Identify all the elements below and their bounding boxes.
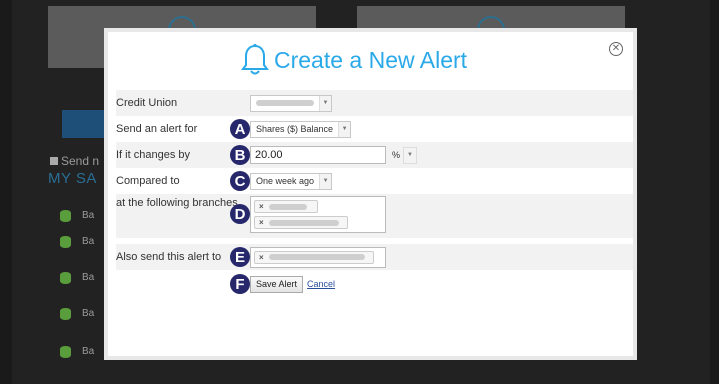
modal-header: Create a New Alert ✕: [108, 32, 633, 88]
send-alert-for-row: Send an alert for A Shares ($) Balance ▼: [116, 116, 633, 142]
chevron-down-icon: ▼: [338, 121, 351, 137]
callout-badge-b: B: [230, 145, 250, 165]
create-alert-modal: Create a New Alert ✕ Credit Union ▼ Send…: [104, 28, 637, 360]
redacted-value: [268, 254, 365, 260]
callout-badge-e: E: [230, 247, 250, 267]
chevron-down-icon: ▼: [319, 95, 331, 111]
also-send-row: Also send this alert to E ×: [116, 244, 633, 270]
branch-tag: ×: [254, 216, 348, 229]
modal-title: Create a New Alert: [240, 38, 467, 82]
background-list-item: Ba: [48, 262, 108, 298]
background-send-checkbox: Send n: [50, 154, 99, 168]
alert-metric-select[interactable]: Shares ($) Balance ▼: [250, 120, 352, 138]
actions-row: F Save Alert Cancel: [116, 270, 633, 298]
recipients-multiselect[interactable]: ×: [250, 246, 386, 268]
redacted-value: [268, 203, 307, 210]
callout-badge-d: D: [230, 204, 250, 224]
credit-union-select[interactable]: ▼: [250, 94, 332, 112]
chevron-down-icon: ▼: [319, 173, 332, 189]
also-send-label: Also send this alert to: [116, 251, 222, 263]
database-icon: [60, 272, 71, 284]
compared-to-label: Compared to: [116, 175, 180, 187]
remove-tag-icon[interactable]: ×: [259, 202, 264, 211]
credit-union-row: Credit Union ▼: [116, 90, 633, 116]
database-icon: [60, 210, 71, 222]
close-icon[interactable]: ✕: [609, 42, 623, 56]
background-section-title: MY SA: [48, 170, 97, 187]
database-icon: [60, 346, 71, 358]
unit-select[interactable]: ▼: [403, 146, 418, 164]
branch-tag: ×: [254, 200, 318, 213]
callout-badge-f: F: [230, 274, 250, 294]
bell-icon: [241, 43, 269, 75]
comparison-period-select[interactable]: One week ago ▼: [250, 172, 333, 190]
branches-row: at the following branches D × ×: [116, 194, 633, 238]
if-changes-by-row: If it changes by B 20.00 % ▼: [116, 142, 633, 168]
compared-to-row: Compared to C One week ago ▼: [116, 168, 633, 194]
credit-union-label: Credit Union: [116, 97, 178, 109]
database-icon: [60, 308, 71, 320]
send-alert-for-label: Send an alert for: [116, 123, 198, 135]
background-button: [62, 110, 106, 138]
callout-badge-a: A: [230, 119, 250, 139]
cancel-link[interactable]: Cancel: [307, 279, 335, 289]
chevron-down-icon: ▼: [404, 147, 417, 163]
background-list-item: Ba: [48, 298, 108, 334]
branches-label: at the following branches: [116, 197, 238, 209]
branches-multiselect[interactable]: × ×: [250, 196, 386, 233]
checkbox-icon: [50, 157, 58, 165]
change-threshold-input[interactable]: 20.00: [250, 146, 386, 164]
remove-tag-icon[interactable]: ×: [259, 218, 264, 227]
background-list-item: Ba: [48, 336, 108, 372]
modal-title-text: Create a New Alert: [274, 46, 468, 73]
save-alert-button[interactable]: Save Alert: [250, 275, 304, 293]
if-changes-by-label: If it changes by: [116, 149, 190, 161]
redacted-value: [268, 219, 339, 226]
database-icon: [60, 236, 71, 248]
callout-badge-c: C: [230, 171, 250, 191]
background-list-item: Ba: [48, 226, 108, 262]
recipient-tag: ×: [254, 250, 374, 264]
alert-form: Credit Union ▼ Send an alert for A Share…: [116, 90, 633, 298]
remove-tag-icon[interactable]: ×: [259, 253, 264, 262]
unit-label: %: [392, 150, 401, 160]
redacted-value: [256, 100, 314, 106]
